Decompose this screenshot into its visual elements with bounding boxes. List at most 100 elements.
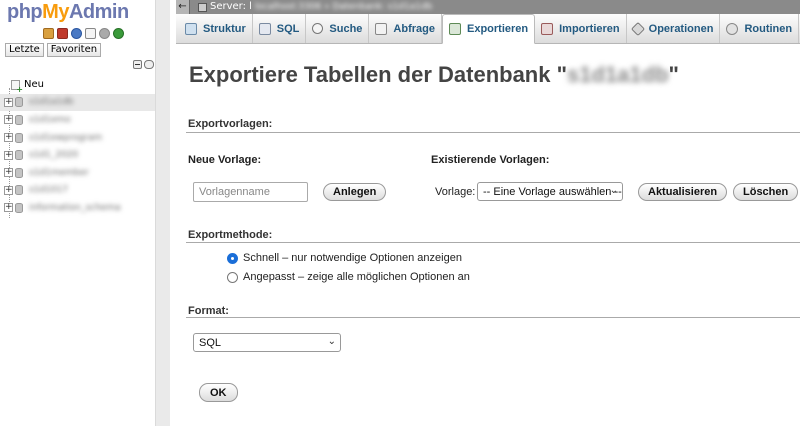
back-arrow-icon[interactable]: ← [176,0,190,14]
tab-query[interactable]: Abfrage [369,14,442,43]
tree-item-database[interactable]: + information_schema [0,199,155,217]
tab-label: Abfrage [393,22,435,35]
expand-icon[interactable]: + [4,185,13,195]
tab-import[interactable]: Importieren [535,14,627,43]
tab-label: Suche [329,22,363,35]
search-icon [312,23,324,34]
export-page: Exportiere Tabellen der Datenbank "s1d1a… [176,44,800,426]
template-name-input[interactable] [193,182,308,202]
new-template-label: Neue Vorlage: [188,154,262,166]
database-name[interactable]: s1d1member [29,168,89,178]
database-icon [15,167,23,178]
query-icon [375,22,388,35]
nav-scrollbar[interactable] [155,0,170,426]
custom-export-label[interactable]: Angepasst – zeige alle möglichen Optione… [243,271,470,283]
tree-controls [133,60,154,69]
home-icon[interactable] [43,28,54,39]
new-database-label: Neu [24,79,44,91]
page-title-database: s1d1a1db [567,62,669,87]
navigation-panel: phpMyAdmin Letzte Favoriten Neu + s1d1a1… [0,0,170,426]
delete-template-button[interactable]: Löschen [733,183,799,201]
quick-export-option[interactable]: Schnell – nur notwendige Optionen anzeig… [227,252,462,264]
chevron-down-icon: ⌄ [327,336,336,347]
docs-icon[interactable] [85,28,96,39]
reload-icon[interactable] [113,28,124,39]
help-icon[interactable] [71,28,82,39]
tab-export[interactable]: Exportieren [441,14,536,44]
tab-sql[interactable]: SQL [253,14,307,43]
format-select[interactable]: SQL ⌄ [193,333,341,352]
tab-structure[interactable]: Struktur [179,14,253,43]
custom-export-option[interactable]: Angepasst – zeige alle möglichen Optione… [227,271,470,283]
format-heading: Format: [188,305,229,317]
tab-routines[interactable]: Routinen [720,14,800,43]
database-icon [15,150,23,161]
page-title: Exportiere Tabellen der Datenbank "s1d1a… [189,62,679,88]
structure-icon [185,22,197,35]
exit-icon[interactable] [57,28,68,39]
database-name[interactable]: s1d1emo [29,115,71,125]
tree-item-database[interactable]: + s1d1ewprogram [0,129,155,147]
templates-heading: Exportvorlagen: [188,118,273,130]
chevron-down-icon: ⌄ [609,185,618,196]
template-select[interactable]: -- Eine Vorlage auswählen -- ⌄ [477,182,623,201]
tree-item-database[interactable]: + s1d1_2020 [0,146,155,164]
tree-item-database[interactable]: + s1d1member [0,164,155,182]
collapse-all-icon[interactable] [133,60,142,69]
quick-export-label[interactable]: Schnell – nur notwendige Optionen anzeig… [243,252,462,264]
tab-search[interactable]: Suche [306,14,370,43]
tab-label: SQL [276,22,300,35]
tab-label: Importieren [559,22,620,35]
server-detail[interactable]: localhost:3306 » Datenbank: s1d1a1db [255,2,432,12]
phpmyadmin-logo[interactable]: phpMyAdmin [7,1,129,27]
recent-button[interactable]: Letzte [5,43,44,57]
link-with-main-icon[interactable] [144,60,154,69]
sql-icon [258,22,271,35]
expand-icon[interactable]: + [4,203,13,213]
database-icon [15,97,23,108]
database-icon [15,202,23,213]
new-database-icon [11,79,23,94]
expand-icon[interactable]: + [4,150,13,160]
database-name[interactable]: information_schema [29,203,121,213]
database-name[interactable]: s1d1ewprogram [29,133,102,143]
routines-icon [726,22,739,35]
template-select-value: -- Eine Vorlage auswählen -- [483,185,622,198]
page-title-prefix: Exportiere Tabellen der Datenbank " [189,62,568,87]
database-name[interactable]: s1d1a1db [29,97,74,107]
database-icon [15,132,23,143]
custom-export-radio[interactable] [227,271,238,283]
tree-item-database[interactable]: + s1d1a1db [0,93,170,112]
tab-operations[interactable]: Operationen [627,14,721,43]
import-icon [541,22,554,35]
expand-icon[interactable]: + [4,115,13,125]
tree-item-database[interactable]: + s1d1emo [0,111,155,129]
format-select-value: SQL [199,336,222,349]
tab-label: Routinen [744,22,793,35]
expand-icon[interactable]: + [4,168,13,178]
logo-admin: Admin [68,1,129,23]
database-tree: Neu + s1d1a1db + s1d1emo + s1d1ewprogram… [0,76,170,218]
server-icon [198,2,207,12]
expand-icon[interactable]: + [4,97,13,107]
tab-label: Exportieren [466,23,529,35]
tree-item-new[interactable]: Neu [0,76,155,94]
tab-label: Struktur [203,22,246,35]
export-method-heading: Exportmethode: [188,229,273,241]
section-divider [186,132,800,133]
server-label[interactable]: Server: l [210,0,252,14]
quick-export-radio[interactable] [227,252,238,264]
database-name[interactable]: s1d1_2020 [29,150,78,160]
nav-icon-bar [43,28,124,41]
tab-bar: Struktur SQL Suche Abfrage Exportieren I… [176,14,800,44]
create-template-button[interactable]: Anlegen [323,183,387,201]
settings-icon[interactable] [99,28,110,39]
tree-item-database[interactable]: + s1d1017 [0,182,155,200]
database-icon [15,114,23,125]
ok-button[interactable]: OK [199,383,238,402]
expand-icon[interactable]: + [4,133,13,143]
existing-templates-label: Existierende Vorlagen: [431,154,550,166]
database-name[interactable]: s1d1017 [29,185,68,195]
favorites-button[interactable]: Favoriten [46,43,102,57]
update-template-button[interactable]: Aktualisieren [638,183,728,201]
